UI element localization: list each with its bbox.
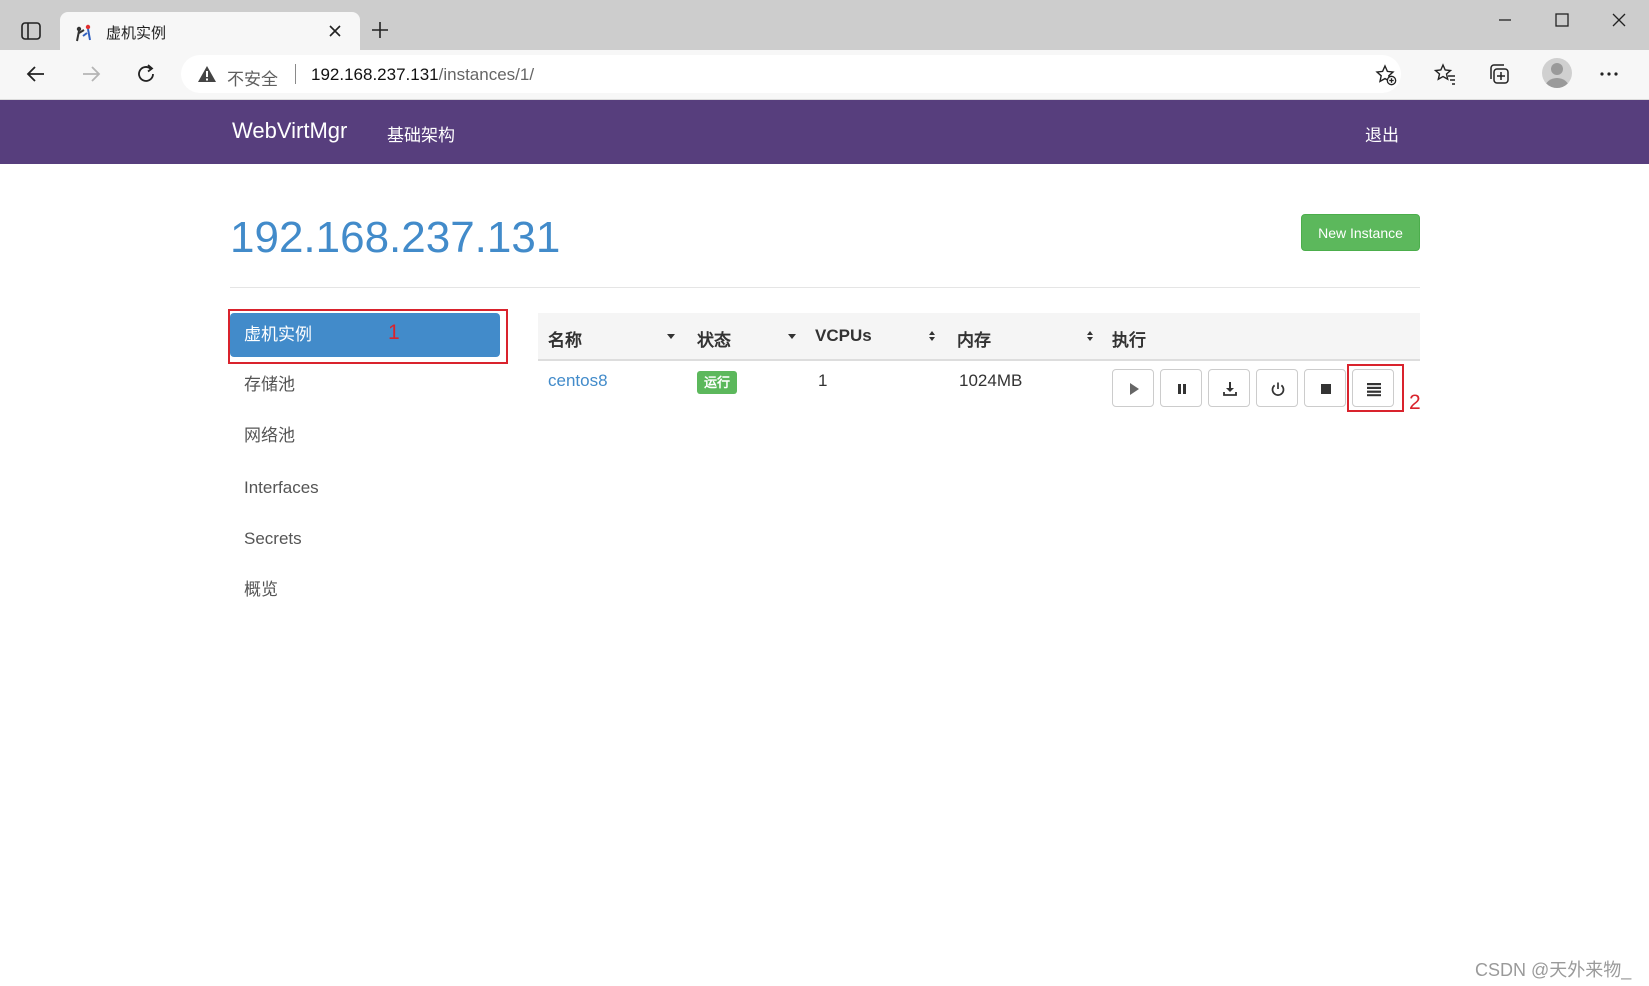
plus-icon[interactable]: [371, 21, 389, 39]
sidebar-toggle-icon[interactable]: [20, 20, 42, 42]
address-separator: [295, 64, 296, 84]
url-path: /instances/1/: [438, 65, 535, 84]
page-title: 192.168.237.131: [230, 213, 561, 262]
sort-both-icon[interactable]: [927, 330, 937, 342]
add-favorite-icon[interactable]: [1375, 64, 1397, 86]
power-off-button[interactable]: [1256, 369, 1298, 407]
minimize-icon[interactable]: [1497, 12, 1513, 28]
pause-button[interactable]: [1160, 369, 1202, 407]
vcpus-value: 1: [818, 371, 828, 390]
logout-link[interactable]: 退出: [1365, 121, 1399, 146]
maximize-icon[interactable]: [1554, 12, 1570, 28]
favicon-icon: [73, 21, 95, 43]
browser-tab[interactable]: 虚机实例: [60, 12, 360, 50]
sidebar-item-secrets[interactable]: Secrets: [230, 517, 500, 561]
column-header-vcpus[interactable]: VCPUs: [815, 326, 872, 346]
pause-icon: [1178, 384, 1186, 394]
browser-tab-bar: 虚机实例: [0, 0, 1649, 50]
profile-icon[interactable]: [1542, 58, 1572, 88]
app-navbar: WebVirtMgr 基础架构 退出: [0, 100, 1649, 164]
sort-desc-icon[interactable]: [787, 330, 797, 342]
watermark: CSDN @天外来物_: [1475, 960, 1632, 980]
new-instance-button[interactable]: New Instance: [1301, 214, 1420, 251]
force-stop-button[interactable]: [1304, 369, 1346, 407]
save-state-button[interactable]: [1208, 369, 1250, 407]
column-header-memory[interactable]: 内存: [957, 326, 991, 351]
sort-desc-icon[interactable]: [666, 330, 676, 342]
favorites-icon[interactable]: [1433, 62, 1457, 86]
play-icon: [1130, 383, 1139, 395]
insecure-label[interactable]: 不安全: [227, 65, 278, 90]
power-icon: [1271, 382, 1285, 396]
reload-icon[interactable]: [134, 62, 158, 86]
sort-both-icon[interactable]: [1085, 330, 1095, 342]
status-badge: 运行: [697, 371, 738, 394]
url-text[interactable]: 192.168.237.131/instances/1/: [311, 65, 534, 85]
start-button[interactable]: [1112, 369, 1154, 407]
column-header-name[interactable]: 名称: [548, 326, 582, 351]
address-bar[interactable]: 不安全 192.168.237.131/instances/1/: [181, 55, 1401, 93]
column-header-status[interactable]: 状态: [697, 326, 731, 351]
forward-arrow-icon[interactable]: [79, 62, 103, 86]
memory-value: 1024MB: [959, 371, 1023, 390]
sidebar-item-storage[interactable]: 存储池: [230, 363, 500, 407]
back-arrow-icon[interactable]: [24, 62, 48, 86]
brand-logo[interactable]: WebVirtMgr: [232, 118, 347, 144]
sidebar-item-interfaces[interactable]: Interfaces: [230, 466, 500, 510]
annotation-box-2: [1347, 364, 1404, 412]
sidebar-item-networks[interactable]: 网络池: [230, 414, 500, 458]
more-icon[interactable]: [1597, 62, 1621, 86]
table-header: 名称 状态 VCPUs 内存 执行: [538, 313, 1420, 361]
column-header-actions: 执行: [1112, 331, 1146, 350]
collections-icon[interactable]: [1487, 62, 1511, 86]
header-divider: [230, 287, 1420, 288]
close-icon[interactable]: [328, 24, 342, 38]
annotation-box-1: [228, 309, 508, 364]
annotation-number-1: 1: [388, 321, 400, 344]
download-icon: [1223, 382, 1237, 396]
stop-icon: [1321, 384, 1331, 394]
browser-toolbar: 不安全 192.168.237.131/instances/1/: [0, 50, 1649, 100]
tab-title: 虚机实例: [106, 25, 167, 42]
nav-link-infrastructure[interactable]: 基础架构: [387, 121, 455, 146]
instance-name-link[interactable]: centos8: [548, 371, 608, 391]
close-window-icon[interactable]: [1611, 12, 1627, 28]
sidebar-item-overview[interactable]: 概览: [230, 568, 500, 612]
annotation-number-2: 2: [1409, 391, 1421, 414]
warning-icon[interactable]: [197, 64, 217, 84]
url-host: 192.168.237.131: [311, 65, 439, 84]
